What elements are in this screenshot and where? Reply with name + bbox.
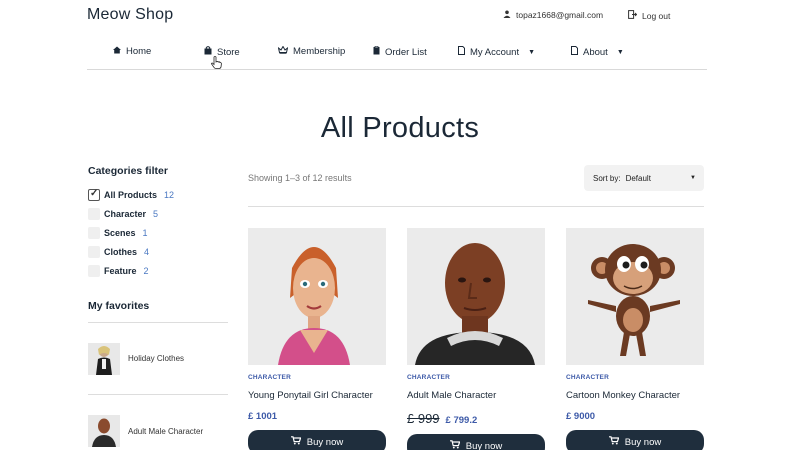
nav-order-list-label: Order List <box>385 46 427 58</box>
doc-icon <box>571 46 578 58</box>
sidebar: Categories filter All Products 12 Charac… <box>88 165 228 450</box>
category-label: Feature <box>104 265 137 276</box>
checkbox[interactable] <box>88 245 100 258</box>
clipboard-icon <box>373 46 380 58</box>
buy-now-button[interactable]: Buy now <box>248 430 386 450</box>
product-name[interactable]: Cartoon Monkey Character <box>566 390 704 401</box>
product-price: £ 1001 <box>248 411 278 422</box>
category-count: 1 <box>142 227 148 238</box>
product-card[interactable]: CHARACTER Cartoon Monkey Character £ 900… <box>566 228 704 450</box>
nav-my-account-label: My Account <box>470 46 520 58</box>
favorite-label: Adult Male Character <box>128 426 204 436</box>
hand-cursor-icon <box>211 56 222 72</box>
sort-dropdown[interactable]: Sort by: Default ▼ <box>584 165 704 191</box>
user-account[interactable]: topaz1668@gmail.com <box>503 10 603 20</box>
product-category[interactable]: CHARACTER <box>566 374 704 381</box>
product-image[interactable] <box>248 228 386 365</box>
main-nav: Home Store Membership Order List My Acco… <box>87 40 707 70</box>
product-card[interactable]: CHARACTER Young Ponytail Girl Character … <box>248 228 386 450</box>
logout-label: Log out <box>642 10 671 21</box>
category-list: All Products 12 Character 5 Scenes 1 Clo… <box>88 185 228 280</box>
category-character[interactable]: Character 5 <box>88 204 228 223</box>
favorite-thumbnail <box>88 415 120 447</box>
product-category[interactable]: CHARACTER <box>407 374 545 381</box>
nav-about-label: About <box>583 46 608 58</box>
favorite-thumbnail <box>88 342 120 375</box>
categories-heading: Categories filter <box>88 165 168 177</box>
nav-membership[interactable]: Membership <box>277 45 346 57</box>
chevron-down-icon: ▼ <box>616 48 624 56</box>
product-category[interactable]: CHARACTER <box>248 374 386 381</box>
checkbox[interactable] <box>88 207 100 220</box>
product-price-row: £ 999 £ 799.2 <box>407 411 545 426</box>
logout-icon <box>628 10 638 21</box>
favorite-item[interactable]: Holiday Clothes <box>88 323 228 395</box>
user-email: topaz1668@gmail.com <box>516 10 604 20</box>
product-card[interactable]: CHARACTER Adult Male Character £ 999 £ 7… <box>407 228 545 450</box>
product-image[interactable] <box>407 228 545 365</box>
checkbox[interactable] <box>88 264 100 277</box>
crown-icon <box>277 45 289 57</box>
nav-order-list[interactable]: Order List <box>373 46 427 58</box>
category-label: Character <box>104 208 147 219</box>
nav-home-label: Home <box>126 46 152 57</box>
home-icon <box>113 46 121 57</box>
buy-now-button[interactable]: Buy now <box>407 434 545 450</box>
product-price: £ 799.2 <box>445 415 478 426</box>
cart-icon <box>608 436 620 448</box>
nav-about[interactable]: About ▼ <box>571 46 624 58</box>
category-label: Scenes <box>104 227 136 238</box>
buy-now-label: Buy now <box>624 436 662 448</box>
product-price-row: £ 9000 <box>566 411 704 422</box>
top-bar: Meow Shop topaz1668@gmail.com Log out <box>0 0 800 32</box>
buy-now-label: Buy now <box>465 440 503 450</box>
caret-down-icon: ▼ <box>690 175 696 181</box>
checkbox-checked[interactable] <box>88 188 100 201</box>
category-count: 5 <box>153 208 159 219</box>
category-count: 2 <box>143 265 149 276</box>
category-feature[interactable]: Feature 2 <box>88 261 228 280</box>
product-price: £ 9000 <box>566 411 596 422</box>
cart-icon <box>290 436 302 448</box>
cart-icon <box>449 440 461 450</box>
category-label: Clothes <box>104 246 138 257</box>
checkbox[interactable] <box>88 226 100 239</box>
category-all-products[interactable]: All Products 12 <box>88 185 228 204</box>
doc-icon <box>458 46 465 58</box>
logout-link[interactable]: Log out <box>628 10 670 21</box>
favorites-heading: My favorites <box>88 300 228 323</box>
nav-home[interactable]: Home <box>113 46 151 57</box>
product-name[interactable]: Adult Male Character <box>407 390 545 401</box>
product-name[interactable]: Young Ponytail Girl Character <box>248 390 386 401</box>
product-old-price: £ 999 <box>407 411 440 426</box>
category-scenes[interactable]: Scenes 1 <box>88 223 228 242</box>
buy-now-label: Buy now <box>306 436 344 448</box>
buy-now-button[interactable]: Buy now <box>566 430 704 450</box>
nav-membership-label: Membership <box>293 46 346 57</box>
category-count: 4 <box>144 246 150 257</box>
product-image[interactable] <box>566 228 704 365</box>
category-label: All Products <box>104 189 158 200</box>
favorite-label: Holiday Clothes <box>128 354 185 363</box>
divider <box>248 206 704 207</box>
site-logo[interactable]: Meow Shop <box>87 6 173 24</box>
product-price-row: £ 1001 <box>248 411 386 422</box>
page-title: All Products <box>320 112 480 144</box>
category-count: 12 <box>164 189 175 200</box>
favorite-item[interactable]: Adult Male Character <box>88 395 228 450</box>
results-count: Showing 1–3 of 12 results <box>248 173 352 183</box>
category-clothes[interactable]: Clothes 4 <box>88 242 228 261</box>
sort-label: Sort by: <box>593 173 621 183</box>
nav-my-account[interactable]: My Account ▼ <box>458 46 535 58</box>
chevron-down-icon: ▼ <box>528 48 536 56</box>
sort-value: Default <box>625 173 651 183</box>
user-icon <box>503 10 511 20</box>
